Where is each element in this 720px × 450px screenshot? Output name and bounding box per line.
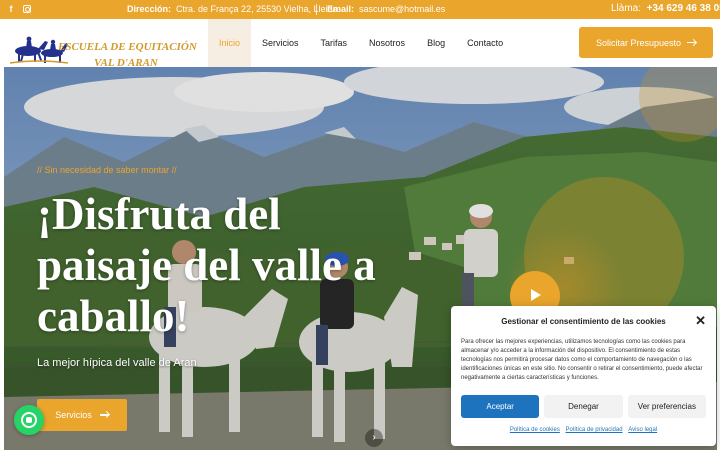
arrow-right-icon	[99, 414, 109, 416]
cookie-links: Política de cookies Política de privacid…	[451, 427, 716, 433]
logo-text-line1: ESCUELA DE EQUITACIÓN	[58, 41, 197, 53]
facebook-icon[interactable]: f	[5, 3, 17, 16]
hero-subtitle: La mejor hípica del valle de Aran	[37, 357, 197, 369]
nav-item-nosotros[interactable]: Nosotros	[358, 19, 416, 67]
services-button[interactable]: Servicios	[37, 399, 127, 431]
cookie-policy-link[interactable]: Política de cookies	[510, 427, 560, 433]
address-label: Dirección:	[127, 4, 172, 14]
top-bar: f Dirección: Ctra. de França 22, 25530 V…	[0, 0, 720, 19]
preferences-button[interactable]: Ver preferencias	[627, 395, 706, 418]
arrow-right-icon	[687, 41, 697, 44]
phone-info: Llàma: +34 629 46 38 05	[611, 3, 720, 14]
cookie-dialog-text: Para ofrecer las mejores experiencias, u…	[461, 339, 703, 381]
whatsapp-icon[interactable]	[14, 405, 44, 435]
email-info: Email: sascume@hotmail.es	[327, 4, 445, 15]
instagram-icon[interactable]	[21, 3, 33, 16]
request-quote-label: Solicitar Presupuesto	[595, 37, 682, 48]
deny-button[interactable]: Denegar	[544, 395, 623, 418]
site-header: ESCUELA DE EQUITACIÓN VAL D'ARAN Inicio …	[0, 19, 720, 69]
email-link[interactable]: sascume@hotmail.es	[359, 4, 445, 14]
site-logo[interactable]: ESCUELA DE EQUITACIÓN VAL D'ARAN	[8, 29, 197, 69]
phone-link[interactable]: +34 629 46 38 05	[647, 3, 720, 14]
close-icon[interactable]: ✕	[695, 313, 706, 329]
divider	[316, 4, 317, 15]
request-quote-button[interactable]: Solicitar Presupuesto	[579, 27, 713, 58]
nav-item-servicios[interactable]: Servicios	[251, 19, 310, 67]
phone-label: Llàma:	[611, 3, 642, 14]
main-nav: Inicio Servicios Tarifas Nosotros Blog C…	[208, 19, 514, 67]
nav-item-blog[interactable]: Blog	[416, 19, 456, 67]
slider-next-icon[interactable]: ›	[365, 429, 383, 447]
hero-headline: ¡Disfruta del paisaje del valle a caball…	[37, 189, 376, 341]
nav-item-tarifas[interactable]: Tarifas	[310, 19, 359, 67]
privacy-policy-link[interactable]: Política de privacidad	[566, 427, 623, 433]
nav-item-inicio[interactable]: Inicio	[208, 19, 252, 67]
legal-notice-link[interactable]: Aviso legal	[628, 427, 657, 433]
cookie-consent-dialog: Gestionar el consentimiento de las cooki…	[451, 306, 716, 446]
cookie-dialog-title: Gestionar el consentimiento de las cooki…	[501, 317, 666, 326]
cookie-buttons: Aceptar Denegar Ver preferencias	[461, 395, 706, 418]
email-label: Email:	[327, 4, 355, 14]
nav-item-contacto[interactable]: Contacto	[456, 19, 514, 67]
hero-eyebrow: // Sin necesidad de saber montar //	[37, 165, 177, 175]
address-info: Dirección: Ctra. de França 22, 25530 Vie…	[127, 4, 340, 15]
services-button-label: Servicios	[55, 410, 92, 420]
accept-button[interactable]: Aceptar	[461, 395, 540, 418]
